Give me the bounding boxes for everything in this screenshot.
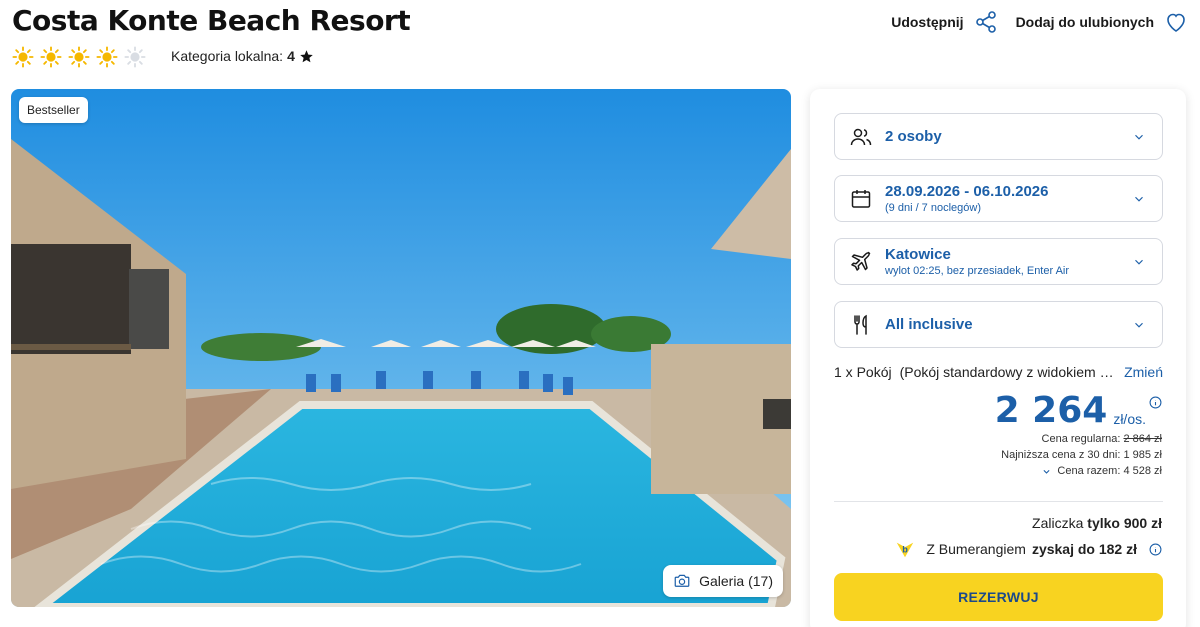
hotel-photo[interactable]: Bestseller Galeria (17) [11, 89, 791, 607]
dates-duration: (9 dni / 7 noclegów) [885, 202, 981, 214]
star-icon [300, 49, 313, 62]
lowest-price-value: 1 985 zł [1123, 449, 1162, 461]
share-button[interactable]: Udostępnij [891, 10, 997, 34]
sun-filled-icon [40, 46, 62, 68]
price-value: 2 264 [994, 390, 1108, 431]
guests-value: 2 osoby [885, 128, 942, 145]
chevron-down-icon [1135, 196, 1143, 202]
page: Costa Konte Beach Resort Kategoria lokal… [0, 0, 1200, 627]
deposit-value: tylko 900 zł [1087, 515, 1162, 531]
dates-selector[interactable]: 28.09.2026 - 06.10.2026 (9 dni / 7 nocle… [834, 175, 1163, 222]
heart-icon [1167, 13, 1185, 32]
room-name: (Pokój standardowy z widokiem na morze) [899, 364, 1115, 380]
total-price-value: 4 528 zł [1123, 465, 1162, 477]
departure-city: Katowice [885, 246, 951, 263]
cutlery-icon [854, 314, 867, 335]
local-category: Kategoria lokalna: 4 [171, 48, 314, 64]
regular-price-label: Cena regularna: [1041, 433, 1121, 445]
room-quantity: 1 x Pokój [834, 364, 892, 380]
favorite-button[interactable]: Dodaj do ulubionych [1016, 10, 1188, 34]
flight-selector[interactable]: Katowice wylot 02:25, bez przesiadek, En… [834, 238, 1163, 285]
sun-filled-icon [12, 46, 34, 68]
chevron-down-icon [1135, 259, 1143, 265]
price-unit: zł/os. [1113, 411, 1146, 427]
sun-filled-icon [68, 46, 90, 68]
deposit-line: Zaliczka tylko 900 zł [1032, 515, 1162, 531]
dates-value: 28.09.2026 - 06.10.2026 [885, 183, 1049, 200]
info-icon[interactable] [1149, 396, 1162, 409]
bestseller-badge: Bestseller [19, 97, 88, 123]
plane-icon [851, 251, 871, 271]
flight-details: wylot 02:25, bez przesiadek, Enter Air [885, 265, 1070, 277]
chevron-down-icon [1135, 322, 1143, 328]
svg-text:b: b [903, 545, 909, 555]
guests-selector[interactable]: 2 osoby [834, 113, 1163, 160]
favorite-label: Dodaj do ulubionych [1015, 14, 1154, 30]
total-price-line[interactable]: Cena razem: 4 528 zł [1042, 463, 1162, 479]
sun-empty-icon [124, 46, 146, 68]
sun-filled-icon [96, 46, 118, 68]
info-icon[interactable] [1149, 543, 1162, 556]
chevron-down-icon [1135, 134, 1143, 140]
category-label: Kategoria lokalna: [171, 48, 284, 64]
reserve-button[interactable]: REZERWUJ [834, 573, 1163, 621]
pool-photo [11, 89, 791, 607]
share-label: Udostępnij [891, 14, 964, 30]
camera-icon [674, 574, 690, 587]
bumerang-value: zyskaj do 182 zł [1031, 541, 1137, 557]
board-selector[interactable]: All inclusive [834, 301, 1163, 348]
chevron-down-icon [1043, 469, 1050, 474]
bumerang-line: b Z Bumerangiem zyskaj do 182 zł [894, 538, 1162, 560]
gallery-label: Galeria (17) [699, 573, 773, 589]
people-icon [850, 128, 872, 145]
divider [834, 501, 1163, 502]
total-price-label: Cena razem: [1057, 465, 1121, 477]
regular-price-line: Cena regularna: 2 864 zł [1001, 431, 1162, 447]
bumerang-logo-icon: b [897, 542, 914, 558]
price: 2 264 zł/os. [995, 392, 1146, 430]
gallery-button[interactable]: Galeria (17) [663, 565, 783, 597]
lowest-price-label: Najniższa cena z 30 dni: [1001, 449, 1121, 461]
bumerang-label: Z Bumerangiem [926, 541, 1026, 557]
regular-price-value: 2 864 zł [1123, 433, 1162, 445]
room-line: 1 x Pokój (Pokój standardowy z widokiem … [834, 364, 1163, 380]
calendar-icon [851, 189, 871, 208]
price-details: Cena regularna: 2 864 zł Najniższa cena … [1001, 431, 1162, 481]
deposit-label: Zaliczka [1032, 515, 1084, 531]
booking-panel: 2 osoby 28.09.2026 - 06.10.2026 (9 dni /… [810, 89, 1186, 627]
top-actions: Udostępnij Dodaj do ulubionych [891, 10, 1188, 34]
share-icon [975, 11, 996, 33]
hotel-title: Costa Konte Beach Resort [12, 4, 411, 37]
board-value: All inclusive [885, 316, 973, 333]
sun-rating [12, 46, 146, 68]
category-value: 4 [287, 48, 295, 64]
change-room-link[interactable]: Zmień [1124, 364, 1163, 380]
lowest-price-line: Najniższa cena z 30 dni: 1 985 zł [1001, 447, 1162, 463]
